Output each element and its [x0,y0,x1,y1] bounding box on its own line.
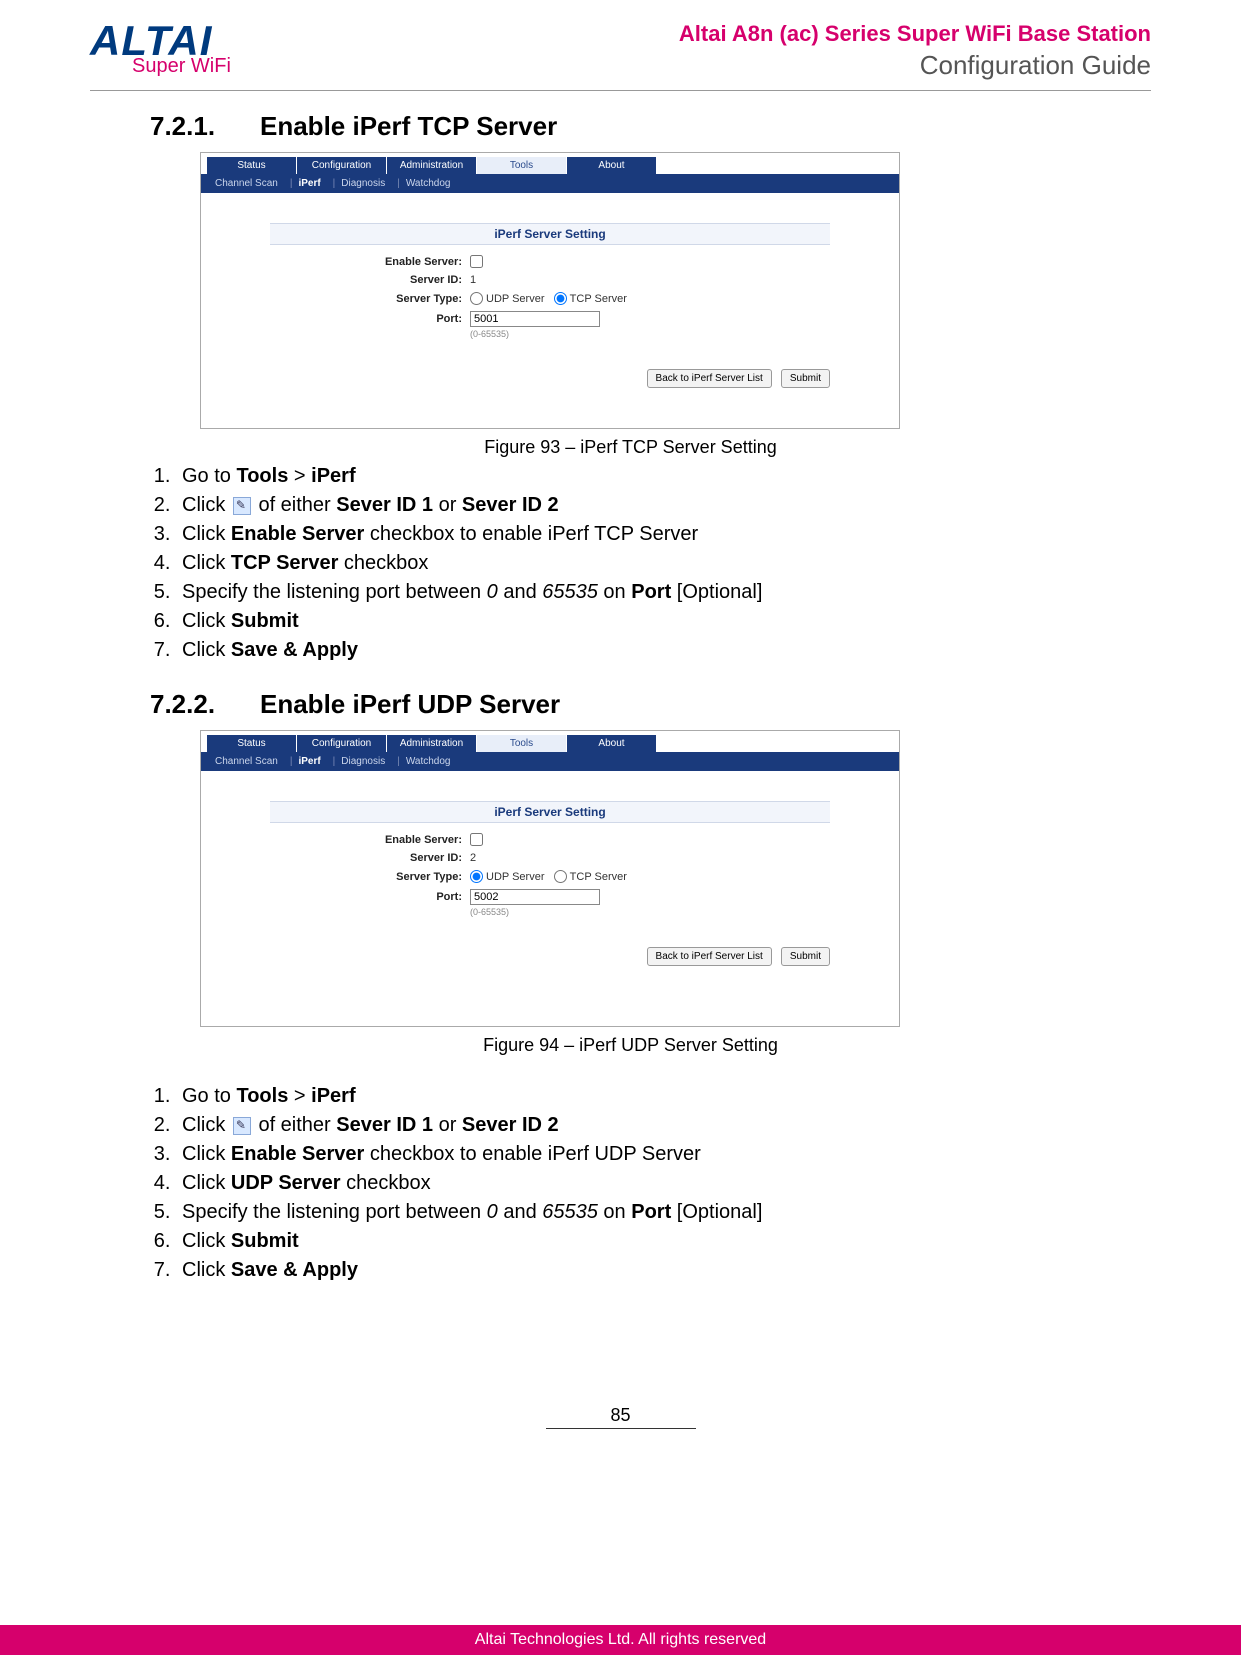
figure-94-caption: Figure 94 – iPerf UDP Server Setting [150,1035,1111,1056]
page-number: 85 [546,1405,696,1429]
header-titles: Altai A8n (ac) Series Super WiFi Base St… [679,20,1151,82]
figure-93-caption: Figure 93 – iPerf TCP Server Setting [150,437,1111,458]
doc-guide-title: Configuration Guide [679,49,1151,83]
udp-radio-label[interactable]: UDP Server [470,293,544,305]
tcp-radio-label[interactable]: TCP Server [554,871,627,883]
subnav-watchdog[interactable]: Watchdog [400,178,457,189]
step-item: Click UDP Server checkbox [176,1169,1111,1198]
tcp-radio-label[interactable]: TCP Server [554,293,627,305]
server-id-value: 1 [470,274,476,286]
enable-server-checkbox[interactable] [470,833,483,846]
nav-tab-status[interactable]: Status [207,735,297,752]
server-type-label: Server Type: [270,871,470,883]
step-item: Click Submit [176,607,1111,636]
server-id-value: 2 [470,852,476,864]
logo: ALTAI Super WiFi [90,20,231,76]
nav-tab-configuration[interactable]: Configuration [297,735,387,752]
step-item: Click Submit [176,1227,1111,1256]
edit-icon [233,1117,251,1135]
nav-tab-tools[interactable]: Tools [477,735,567,752]
submit-button[interactable]: Submit [781,947,830,966]
nav-tab-about[interactable]: About [567,735,657,752]
sub-nav-tabs: Channel Scan|iPerf|Diagnosis|Watchdog [201,752,899,771]
subnav-diagnosis[interactable]: Diagnosis [335,178,391,189]
enable-server-label: Enable Server: [270,256,470,268]
section-title: Enable iPerf UDP Server [260,689,560,719]
figure-93-screenshot: StatusConfigurationAdministrationToolsAb… [200,152,900,429]
port-label: Port: [270,891,470,903]
steps-list-721: Go to Tools > iPerfClick of either Sever… [176,462,1111,665]
doc-series-title: Altai A8n (ac) Series Super WiFi Base St… [679,20,1151,49]
step-item: Click of either Sever ID 1 or Sever ID 2 [176,1111,1111,1140]
port-label: Port: [270,313,470,325]
udp-server-radio[interactable] [470,292,483,305]
port-hint: (0-65535) [270,329,830,339]
section-number: 7.2.2. [150,689,260,720]
step-item: Click TCP Server checkbox [176,549,1111,578]
server-id-label: Server ID: [270,852,470,864]
enable-server-label: Enable Server: [270,834,470,846]
subnav-diagnosis[interactable]: Diagnosis [335,756,391,767]
step-item: Specify the listening port between 0 and… [176,578,1111,607]
nav-tab-administration[interactable]: Administration [387,735,477,752]
step-item: Click Save & Apply [176,636,1111,665]
submit-button[interactable]: Submit [781,369,830,388]
server-id-label: Server ID: [270,274,470,286]
main-nav-tabs: StatusConfigurationAdministrationToolsAb… [201,731,899,752]
step-item: Go to Tools > iPerf [176,1082,1111,1111]
step-item: Go to Tools > iPerf [176,462,1111,491]
section-heading-721: 7.2.1.Enable iPerf TCP Server [150,111,1111,142]
tcp-server-radio[interactable] [554,870,567,883]
section-number: 7.2.1. [150,111,260,142]
sub-nav-tabs: Channel Scan|iPerf|Diagnosis|Watchdog [201,174,899,193]
udp-server-radio[interactable] [470,870,483,883]
step-item: Click of either Sever ID 1 or Sever ID 2 [176,491,1111,520]
back-button[interactable]: Back to iPerf Server List [647,369,772,388]
step-item: Specify the listening port between 0 and… [176,1198,1111,1227]
server-type-label: Server Type: [270,293,470,305]
step-item: Click Save & Apply [176,1256,1111,1285]
port-hint: (0-65535) [270,907,830,917]
nav-tab-configuration[interactable]: Configuration [297,157,387,174]
page-header: ALTAI Super WiFi Altai A8n (ac) Series S… [90,20,1151,91]
nav-tab-status[interactable]: Status [207,157,297,174]
steps-list-722: Go to Tools > iPerfClick of either Sever… [176,1082,1111,1285]
back-button[interactable]: Back to iPerf Server List [647,947,772,966]
subnav-watchdog[interactable]: Watchdog [400,756,457,767]
subnav-iperf[interactable]: iPerf [292,756,326,767]
nav-tab-tools[interactable]: Tools [477,157,567,174]
udp-radio-label[interactable]: UDP Server [470,871,544,883]
nav-tab-administration[interactable]: Administration [387,157,477,174]
step-item: Click Enable Server checkbox to enable i… [176,1140,1111,1169]
footer-copyright: Altai Technologies Ltd. All rights reser… [0,1625,1241,1655]
section-heading-722: 7.2.2.Enable iPerf UDP Server [150,689,1111,720]
tcp-server-radio[interactable] [554,292,567,305]
port-input[interactable] [470,311,600,327]
panel-title: iPerf Server Setting [270,223,830,245]
step-item: Click Enable Server checkbox to enable i… [176,520,1111,549]
subnav-channel-scan[interactable]: Channel Scan [209,178,284,189]
nav-tab-about[interactable]: About [567,157,657,174]
edit-icon [233,497,251,515]
port-input[interactable] [470,889,600,905]
panel-title: iPerf Server Setting [270,801,830,823]
subnav-channel-scan[interactable]: Channel Scan [209,756,284,767]
subnav-iperf[interactable]: iPerf [292,178,326,189]
figure-94-screenshot: StatusConfigurationAdministrationToolsAb… [200,730,900,1027]
enable-server-checkbox[interactable] [470,255,483,268]
section-title: Enable iPerf TCP Server [260,111,557,141]
main-nav-tabs: StatusConfigurationAdministrationToolsAb… [201,153,899,174]
